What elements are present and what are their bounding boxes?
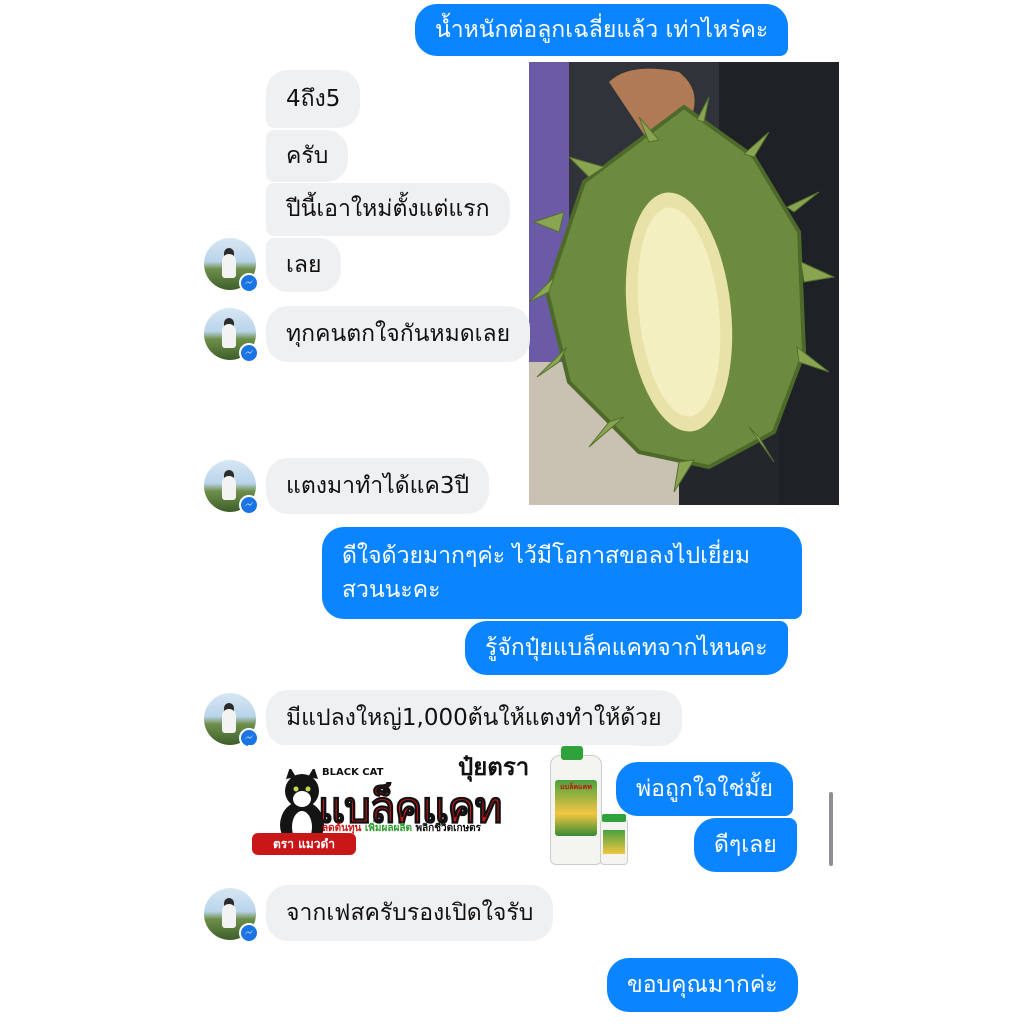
outgoing-message[interactable]: ขอบคุณมากค่ะ bbox=[607, 958, 798, 1012]
messenger-icon bbox=[239, 273, 259, 293]
messenger-icon bbox=[239, 495, 259, 515]
outgoing-message[interactable]: น้ำหนักต่อลูกเฉลี่ยแล้ว เท่าไหร่คะ bbox=[415, 4, 789, 56]
outgoing-message[interactable]: ดีๆเลย bbox=[694, 818, 797, 872]
contact-avatar[interactable] bbox=[204, 238, 259, 293]
incoming-message[interactable]: 4ถึง5 bbox=[266, 70, 361, 128]
durian-photo-graphic bbox=[529, 62, 839, 505]
incoming-message[interactable]: ทุกคนตกใจกันหมดเลย bbox=[266, 306, 531, 362]
message-line: ดีใจด้วยมากๆค่ะ ไว้มีโอกาสขอลงไปเยี่ยม bbox=[342, 543, 751, 569]
messenger-icon bbox=[239, 343, 259, 363]
contact-avatar[interactable] bbox=[204, 308, 259, 363]
outgoing-message[interactable]: รู้จักปุ๋ยแบล็คแคทจากไหนคะ bbox=[465, 621, 788, 675]
contact-avatar[interactable] bbox=[204, 693, 259, 748]
incoming-message[interactable]: เลย bbox=[266, 238, 342, 292]
contact-avatar[interactable] bbox=[204, 460, 259, 515]
scrollbar[interactable] bbox=[829, 792, 833, 866]
incoming-message[interactable]: ครับ bbox=[266, 130, 349, 182]
slogan-part: เพิ่มผลผลิต bbox=[364, 823, 412, 834]
shared-photo-durian[interactable] bbox=[529, 62, 839, 505]
fertilizer-bottle: แบล็คแคท bbox=[550, 746, 602, 865]
contact-avatar[interactable] bbox=[204, 888, 259, 943]
incoming-message[interactable]: มีแปลงใหญ่1,000ต้นให้แตงทำให้ด้วย bbox=[266, 690, 682, 746]
outgoing-message[interactable]: พ่อถูกใจใช่มั้ย bbox=[616, 762, 794, 816]
bottle-label: แบล็คแคท bbox=[560, 783, 592, 791]
message-line: สวนนะคะ bbox=[342, 577, 441, 603]
messenger-icon bbox=[239, 923, 259, 943]
slogan-part: ลดต้นทุน bbox=[322, 823, 362, 834]
fertilizer-jar bbox=[600, 814, 628, 865]
outgoing-message[interactable]: ดีใจด้วยมากๆค่ะ ไว้มีโอกาสขอลงไปเยี่ยม ส… bbox=[322, 527, 802, 619]
ad-slogan: ลดต้นทุน เพิ่มผลผลิต พลิกชีวิตเกษตร bbox=[322, 821, 481, 836]
slogan-part: พลิกชีวิตเกษตร bbox=[415, 823, 482, 834]
product-ad-image[interactable]: ตรา แมวดำ BLACK CAT ปุ๋ยตรา แบล็คแคท ลดต… bbox=[248, 745, 633, 875]
incoming-message[interactable]: แตงมาทำได้แค3ปี bbox=[266, 458, 490, 514]
incoming-message[interactable]: ปีนี้เอาใหม่ตั้งแต่แรก bbox=[266, 183, 510, 236]
incoming-message[interactable]: จากเฟสครับรองเปิดใจรับ bbox=[266, 885, 554, 941]
